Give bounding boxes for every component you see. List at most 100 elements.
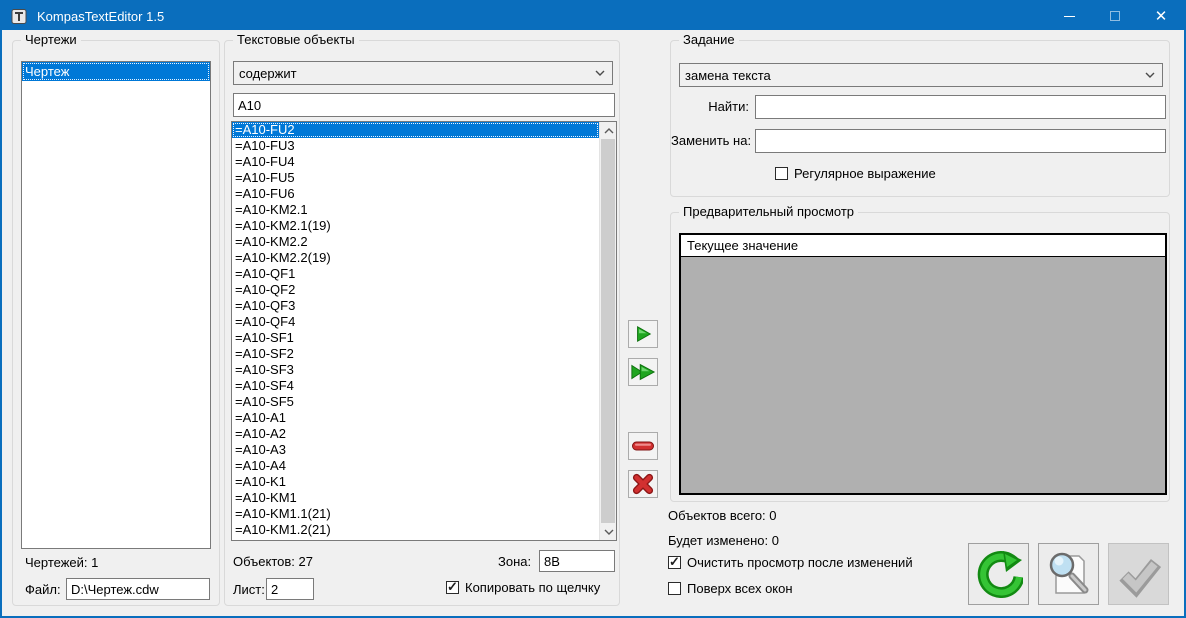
list-item[interactable]: =A10-SF5 xyxy=(232,394,599,410)
minimize-icon xyxy=(1064,16,1075,17)
window-title: KompasTextEditor 1.5 xyxy=(37,9,164,24)
copy-on-click-label: Копировать по щелчку xyxy=(465,580,600,595)
app-icon xyxy=(11,8,28,25)
checkbox-box[interactable] xyxy=(668,582,681,595)
filter-text-input[interactable] xyxy=(233,93,615,117)
list-item[interactable]: =A10-SF1 xyxy=(232,330,599,346)
sheet-field[interactable] xyxy=(266,578,314,600)
remove-row-button[interactable] xyxy=(628,432,658,460)
always-on-top-checkbox[interactable]: Поверх всех окон xyxy=(668,581,793,596)
replace-one-button[interactable] xyxy=(628,320,658,348)
scroll-down-icon[interactable] xyxy=(600,523,617,540)
chevron-down-icon xyxy=(1144,71,1156,79)
clear-preview-button[interactable] xyxy=(628,470,658,498)
total-objects-label: Объектов всего: 0 xyxy=(668,508,777,523)
refresh-icon xyxy=(975,550,1023,598)
filter-mode-value: содержит xyxy=(239,66,297,81)
task-group-title: Задание xyxy=(679,32,739,47)
sheet-label: Лист: xyxy=(233,582,265,597)
task-mode-value: замена текста xyxy=(685,68,771,83)
clear-after-checkbox[interactable]: Очистить просмотр после изменений xyxy=(668,555,913,570)
text-objects-list-items: =A10-FU2=A10-FU3=A10-FU4=A10-FU5=A10-FU6… xyxy=(232,122,599,540)
find-label: Найти: xyxy=(671,99,749,114)
maximize-icon xyxy=(1110,11,1120,21)
always-on-top-label: Поверх всех окон xyxy=(687,581,793,596)
list-item[interactable]: =A10-FU5 xyxy=(232,170,599,186)
list-item[interactable]: =A10-KM1.1(21) xyxy=(232,506,599,522)
scrollbar-thumb[interactable] xyxy=(601,139,615,523)
file-path-field[interactable] xyxy=(66,578,210,600)
apply-button xyxy=(1108,543,1169,605)
list-item[interactable]: =A10-QF4 xyxy=(232,314,599,330)
list-item[interactable]: =A10-FU6 xyxy=(232,186,599,202)
list-item[interactable]: =A10-SF4 xyxy=(232,378,599,394)
minus-icon xyxy=(631,439,655,453)
replace-all-button[interactable] xyxy=(628,358,658,386)
replace-input[interactable] xyxy=(755,129,1166,153)
fast-forward-icon xyxy=(630,361,656,383)
task-group: Задание замена текста Найти: Заменить на… xyxy=(670,40,1170,197)
checkbox-box[interactable] xyxy=(775,167,788,180)
scroll-up-icon[interactable] xyxy=(600,122,617,139)
find-input[interactable] xyxy=(755,95,1166,119)
text-objects-list[interactable]: =A10-FU2=A10-FU3=A10-FU4=A10-FU5=A10-FU6… xyxy=(231,121,617,541)
list-item[interactable]: =A10-FU2 xyxy=(232,122,599,138)
list-item[interactable]: =A10-SF3 xyxy=(232,362,599,378)
replace-label: Заменить на: xyxy=(671,133,749,148)
list-item[interactable]: =A10-KM1 xyxy=(232,490,599,506)
chevron-down-icon xyxy=(594,69,606,77)
task-mode-select[interactable]: замена текста xyxy=(679,63,1163,87)
search-document-icon xyxy=(1045,550,1093,598)
file-label: Файл: xyxy=(25,582,61,597)
list-item[interactable]: =A10-KM2.2(19) xyxy=(232,250,599,266)
cross-icon xyxy=(632,473,654,495)
zone-field[interactable] xyxy=(539,550,615,572)
clear-after-label: Очистить просмотр после изменений xyxy=(687,555,913,570)
list-item[interactable]: =A10-SF2 xyxy=(232,346,599,362)
list-item[interactable]: =A10-KM1.2(21) xyxy=(232,522,599,538)
maximize-button[interactable] xyxy=(1092,2,1138,30)
list-item[interactable]: =A10-QF3 xyxy=(232,298,599,314)
drawings-group: Чертежи Чертеж Чертежей: 1 Файл: xyxy=(12,40,220,606)
copy-on-click-checkbox[interactable]: Копировать по щелчку xyxy=(446,580,600,595)
list-item[interactable]: =A10-FU3 xyxy=(232,138,599,154)
drawings-group-title: Чертежи xyxy=(21,32,81,47)
vertical-scrollbar[interactable] xyxy=(599,122,616,540)
minimize-button[interactable] xyxy=(1046,2,1092,30)
list-item[interactable]: =A10-FU4 xyxy=(232,154,599,170)
preview-group-title: Предварительный просмотр xyxy=(679,204,858,219)
refresh-button[interactable] xyxy=(968,543,1029,605)
close-button[interactable]: ✕ xyxy=(1138,2,1184,30)
text-objects-group: Текстовые объекты содержит =A10-FU2=A10-… xyxy=(224,40,620,606)
list-item[interactable]: =A10-K1 xyxy=(232,474,599,490)
app-window: KompasTextEditor 1.5 ✕ Чертежи Чертеж Че… xyxy=(0,0,1186,618)
list-item[interactable]: =A10-QF2 xyxy=(232,282,599,298)
list-item[interactable]: Чертеж xyxy=(22,62,210,81)
regex-checkbox[interactable]: Регулярное выражение xyxy=(775,166,936,181)
close-icon: ✕ xyxy=(1155,9,1168,24)
drawings-count-label: Чертежей: 1 xyxy=(25,555,98,570)
titlebar: KompasTextEditor 1.5 ✕ xyxy=(2,2,1184,30)
filter-mode-select[interactable]: содержит xyxy=(233,61,613,85)
preview-column-header[interactable]: Текущее значение xyxy=(681,235,1165,257)
checkbox-box[interactable] xyxy=(446,581,459,594)
list-item[interactable]: =A10-KM2.1 xyxy=(232,202,599,218)
preview-group: Предварительный просмотр Текущее значени… xyxy=(670,212,1170,502)
drawings-list[interactable]: Чертеж xyxy=(21,61,211,549)
list-item[interactable]: =A10-KM2.1(19) xyxy=(232,218,599,234)
list-item[interactable]: =A10-A2 xyxy=(232,426,599,442)
text-objects-group-title: Текстовые объекты xyxy=(233,32,359,47)
list-item[interactable]: =A10-KM2.2 xyxy=(232,234,599,250)
preview-table[interactable]: Текущее значение xyxy=(679,233,1167,495)
zone-label: Зона: xyxy=(498,554,531,569)
will-change-label: Будет изменено: 0 xyxy=(668,533,779,548)
objects-count-label: Объектов: 27 xyxy=(233,554,313,569)
list-item[interactable]: =A10-A3 xyxy=(232,442,599,458)
checkbox-box[interactable] xyxy=(668,556,681,569)
list-item[interactable]: =A10-A1 xyxy=(232,410,599,426)
regex-label: Регулярное выражение xyxy=(794,166,936,181)
play-icon xyxy=(632,324,654,344)
list-item[interactable]: =A10-QF1 xyxy=(232,266,599,282)
list-item[interactable]: =A10-A4 xyxy=(232,458,599,474)
preview-button[interactable] xyxy=(1038,543,1099,605)
